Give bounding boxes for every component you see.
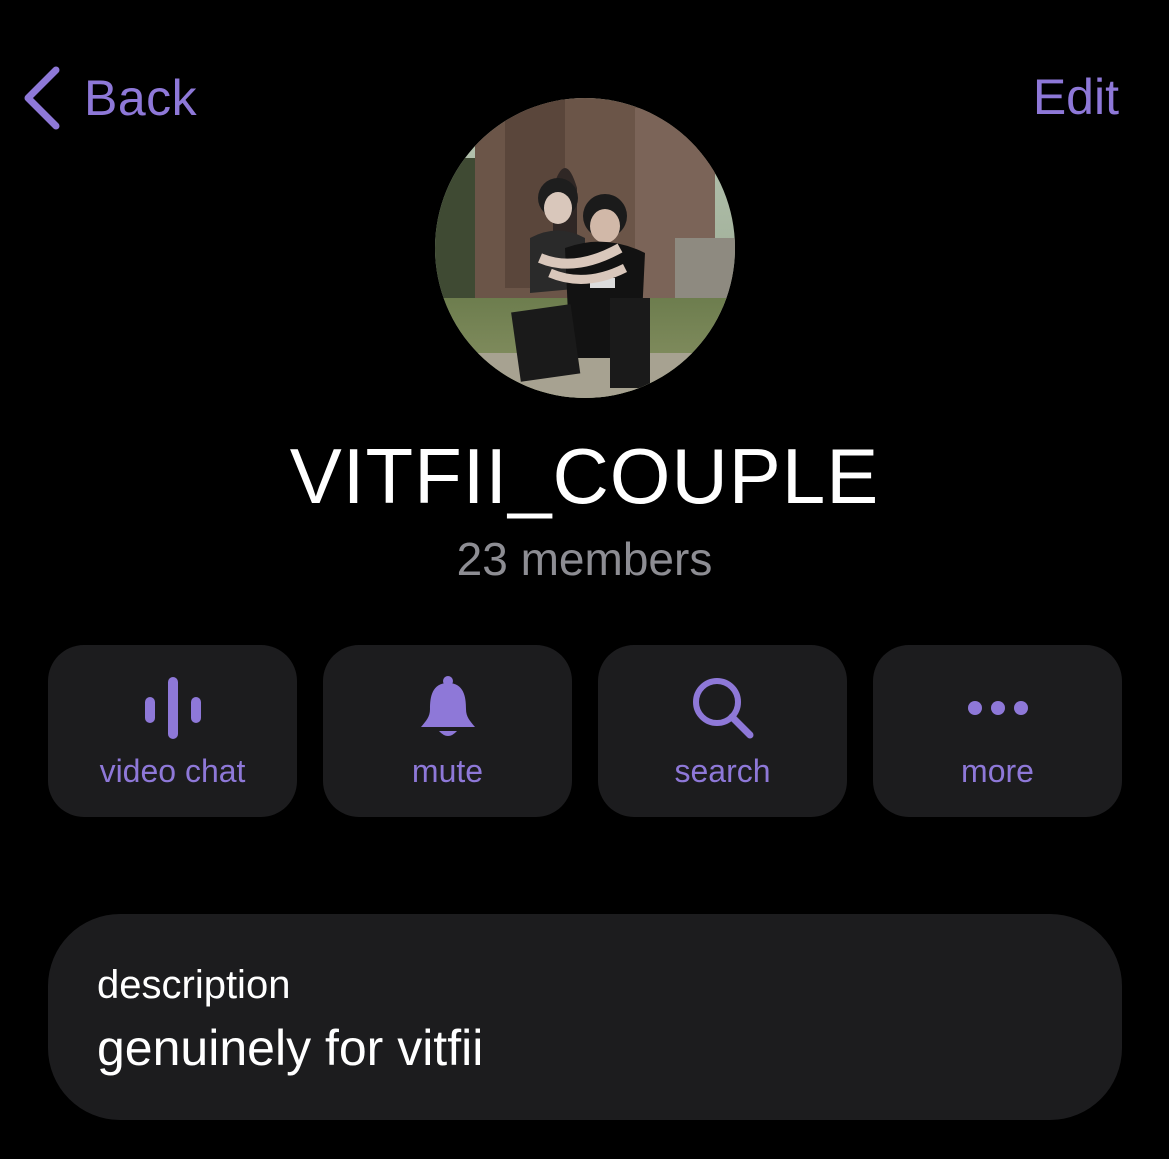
mute-button[interactable]: mute [323, 645, 572, 817]
avatar[interactable] [435, 98, 735, 398]
search-icon [692, 678, 753, 739]
description-caption: description [97, 963, 291, 1007]
back-button[interactable]: Back [22, 64, 197, 132]
video-chat-label: video chat [99, 753, 246, 789]
more-label: more [961, 753, 1034, 789]
search-label: search [674, 753, 771, 789]
voice-wave-icon [144, 677, 201, 739]
member-count: 23 members [456, 533, 713, 585]
ellipsis-icon [967, 701, 1028, 715]
back-label: Back [84, 70, 198, 126]
mute-label: mute [411, 753, 484, 789]
bell-icon [420, 676, 475, 736]
more-button[interactable]: more [873, 645, 1122, 817]
group-name: VITFII_COUPLE [289, 432, 880, 520]
video-chat-button[interactable]: video chat [48, 645, 297, 817]
search-button[interactable]: search [598, 645, 847, 817]
edit-button[interactable]: Edit [1033, 68, 1119, 126]
description-card[interactable]: description genuinely for vitfii [48, 914, 1122, 1120]
description-text: genuinely for vitfii [97, 1020, 484, 1076]
group-photo [435, 98, 735, 398]
action-bar: video chat mute search more [48, 645, 1122, 817]
chevron-left-icon [24, 66, 60, 130]
group-info-screen: Back Edit VITFII_COUPLE 23 members video… [0, 0, 1169, 1159]
